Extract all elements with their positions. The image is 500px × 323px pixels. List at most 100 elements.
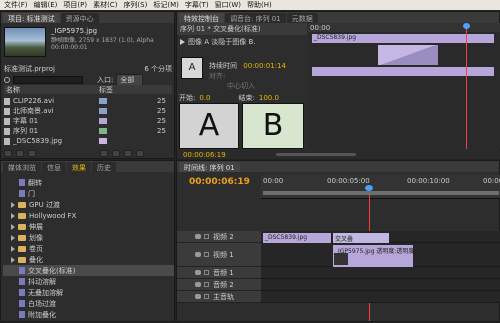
track-header[interactable]: 音频 1 — [177, 267, 261, 279]
expand-arrow-icon[interactable] — [11, 223, 15, 230]
playhead-handle[interactable] — [365, 185, 373, 191]
expand-arrow-icon[interactable] — [11, 256, 15, 263]
effect-item[interactable]: 交叉叠化(标准) — [3, 265, 174, 276]
delete-icon[interactable] — [136, 150, 144, 157]
work-area-bar[interactable] — [263, 191, 499, 195]
effect-item[interactable]: 伸展 — [3, 221, 174, 232]
clip-v2-transition-label: 交叉叠 — [335, 236, 354, 243]
speaker-icon[interactable] — [195, 270, 201, 275]
menu-item-5[interactable]: 标记(M) — [153, 0, 179, 10]
effect-item[interactable]: 附加叠化 — [3, 309, 174, 320]
effect-item[interactable]: 白场过渡 — [3, 298, 174, 309]
tab-media-browser[interactable]: 媒体浏览 — [3, 162, 41, 172]
effect-item[interactable]: 叠化 — [3, 254, 174, 265]
mini-playhead-handle[interactable] — [463, 23, 470, 29]
tab-resource-center[interactable]: 资源中心 — [60, 13, 99, 23]
project-item-extra: 25 — [157, 107, 166, 115]
timeline-ruler[interactable]: 00:00 00:00:05:00 00:00:10:00 00:00:15 — [261, 175, 500, 199]
ruler-tick-3: 00:00:15 — [483, 177, 500, 185]
label-color-swatch — [99, 138, 107, 144]
effect-item[interactable]: 卷页 — [3, 243, 174, 254]
tab-metadata[interactable]: 元数据 — [286, 13, 318, 23]
track-lane[interactable] — [261, 291, 500, 303]
track-lane[interactable] — [261, 279, 500, 291]
new-item-icon[interactable] — [124, 150, 132, 157]
zoom-slider[interactable] — [275, 153, 356, 156]
search-icon[interactable] — [4, 77, 10, 83]
lock-icon[interactable] — [204, 234, 209, 239]
tile-a[interactable]: A — [179, 103, 239, 149]
clip-v1-igp[interactable]: _IGP5975.jpg 透明度:透明度 — [333, 245, 414, 267]
lock-icon[interactable] — [204, 252, 209, 257]
project-item[interactable]: CLIP226.avi 25 — [4, 96, 172, 106]
start-label: 开始: — [179, 94, 196, 102]
eye-icon[interactable] — [195, 234, 201, 239]
mini-transition[interactable] — [378, 45, 438, 65]
effect-item-label: 无叠加溶解 — [28, 288, 63, 297]
icon-view-icon[interactable] — [16, 150, 24, 157]
track-header[interactable]: 主音轨 — [177, 291, 261, 303]
tab-project[interactable]: 项目: 标准测试 — [3, 13, 60, 23]
menu-item-8[interactable]: 帮助(H) — [247, 0, 272, 10]
effect-item[interactable]: 门 — [3, 188, 174, 199]
project-item[interactable]: 字幕 01 25 — [4, 116, 172, 126]
expand-arrow-icon[interactable] — [11, 234, 15, 241]
speaker-icon[interactable] — [195, 282, 201, 287]
new-bin-icon[interactable] — [112, 150, 120, 157]
lock-icon[interactable] — [204, 282, 209, 287]
col-name-header[interactable]: 名称 — [4, 85, 99, 94]
expand-arrow-icon[interactable] — [11, 201, 15, 208]
menu-item-4[interactable]: 序列(S) — [123, 0, 147, 10]
clip-v2-transition[interactable]: 交叉叠 — [333, 233, 389, 243]
effect-item[interactable]: 划像 — [3, 232, 174, 243]
menu-item-6[interactable]: 字幕(T) — [185, 0, 209, 10]
project-item[interactable]: 序列 01 25 — [4, 126, 172, 136]
effect-item[interactable]: Hollywood FX — [3, 210, 174, 221]
lock-icon[interactable] — [204, 270, 209, 275]
effect-item[interactable]: 抖动溶解 — [3, 276, 174, 287]
effect-item[interactable]: 翻转 — [3, 177, 174, 188]
project-item[interactable]: 北师南景.avi 25 — [4, 106, 172, 116]
tab-history[interactable]: 历史 — [92, 162, 116, 172]
duration-label: 持续时间 — [209, 62, 237, 70]
speaker-icon[interactable] — [195, 294, 201, 299]
mini-playhead[interactable] — [466, 23, 467, 149]
lock-icon[interactable] — [204, 294, 209, 299]
list-view-icon[interactable] — [4, 150, 12, 157]
menu-item-0[interactable]: 文件(F) — [4, 0, 28, 10]
search-input[interactable] — [13, 76, 83, 84]
automate-icon[interactable] — [28, 150, 36, 157]
effect-timecode[interactable]: 00:00:06:19 — [177, 151, 226, 159]
tab-info[interactable]: 信息 — [42, 162, 66, 172]
expand-arrow-icon[interactable] — [11, 212, 15, 219]
effect-item[interactable]: 无叠加溶解 — [3, 287, 174, 298]
mini-timeline-time: 00:00 — [310, 23, 331, 32]
tab-effect-controls[interactable]: 特效控制台 — [179, 13, 224, 23]
track-header[interactable]: 视频 2 — [177, 231, 261, 243]
tab-effects[interactable]: 效果 — [67, 162, 91, 172]
track-lane[interactable] — [261, 267, 500, 279]
align-select[interactable]: 中心切入 — [227, 82, 255, 90]
tab-audio-mixer[interactable]: 调音台: 序列 01 — [225, 13, 286, 23]
menu-item-1[interactable]: 编辑(E) — [34, 0, 58, 10]
end-value[interactable]: 100.0 — [259, 94, 279, 102]
effect-item[interactable]: GPU 过渡 — [3, 199, 174, 210]
duration-value[interactable]: 00:00:01:14 — [243, 62, 286, 70]
start-value[interactable]: 0.0 — [199, 94, 210, 102]
tile-b[interactable]: B — [242, 103, 304, 149]
col-label-header[interactable]: 标签 — [99, 85, 113, 94]
clip-v2-dsc[interactable]: _DSC5839.jpg — [263, 233, 331, 243]
find-icon[interactable] — [100, 150, 108, 157]
project-item-name: 字幕 01 — [13, 117, 39, 125]
timeline-timecode[interactable]: 00:00:06:19 — [189, 177, 250, 187]
tab-timeline[interactable]: 时间线: 序列 01 — [179, 162, 240, 172]
track-header[interactable]: 视频 1 — [177, 243, 261, 267]
menu-item-7[interactable]: 窗口(W) — [215, 0, 241, 10]
expand-arrow-icon[interactable] — [11, 245, 15, 252]
menu-item-2[interactable]: 项目(P) — [63, 0, 87, 10]
play-preview-icon[interactable] — [180, 39, 185, 45]
project-item[interactable]: _DSC5839.jpg — [4, 136, 172, 146]
eye-icon[interactable] — [195, 252, 201, 257]
menu-item-3[interactable]: 素材(C) — [93, 0, 117, 10]
track-header[interactable]: 音频 2 — [177, 279, 261, 291]
